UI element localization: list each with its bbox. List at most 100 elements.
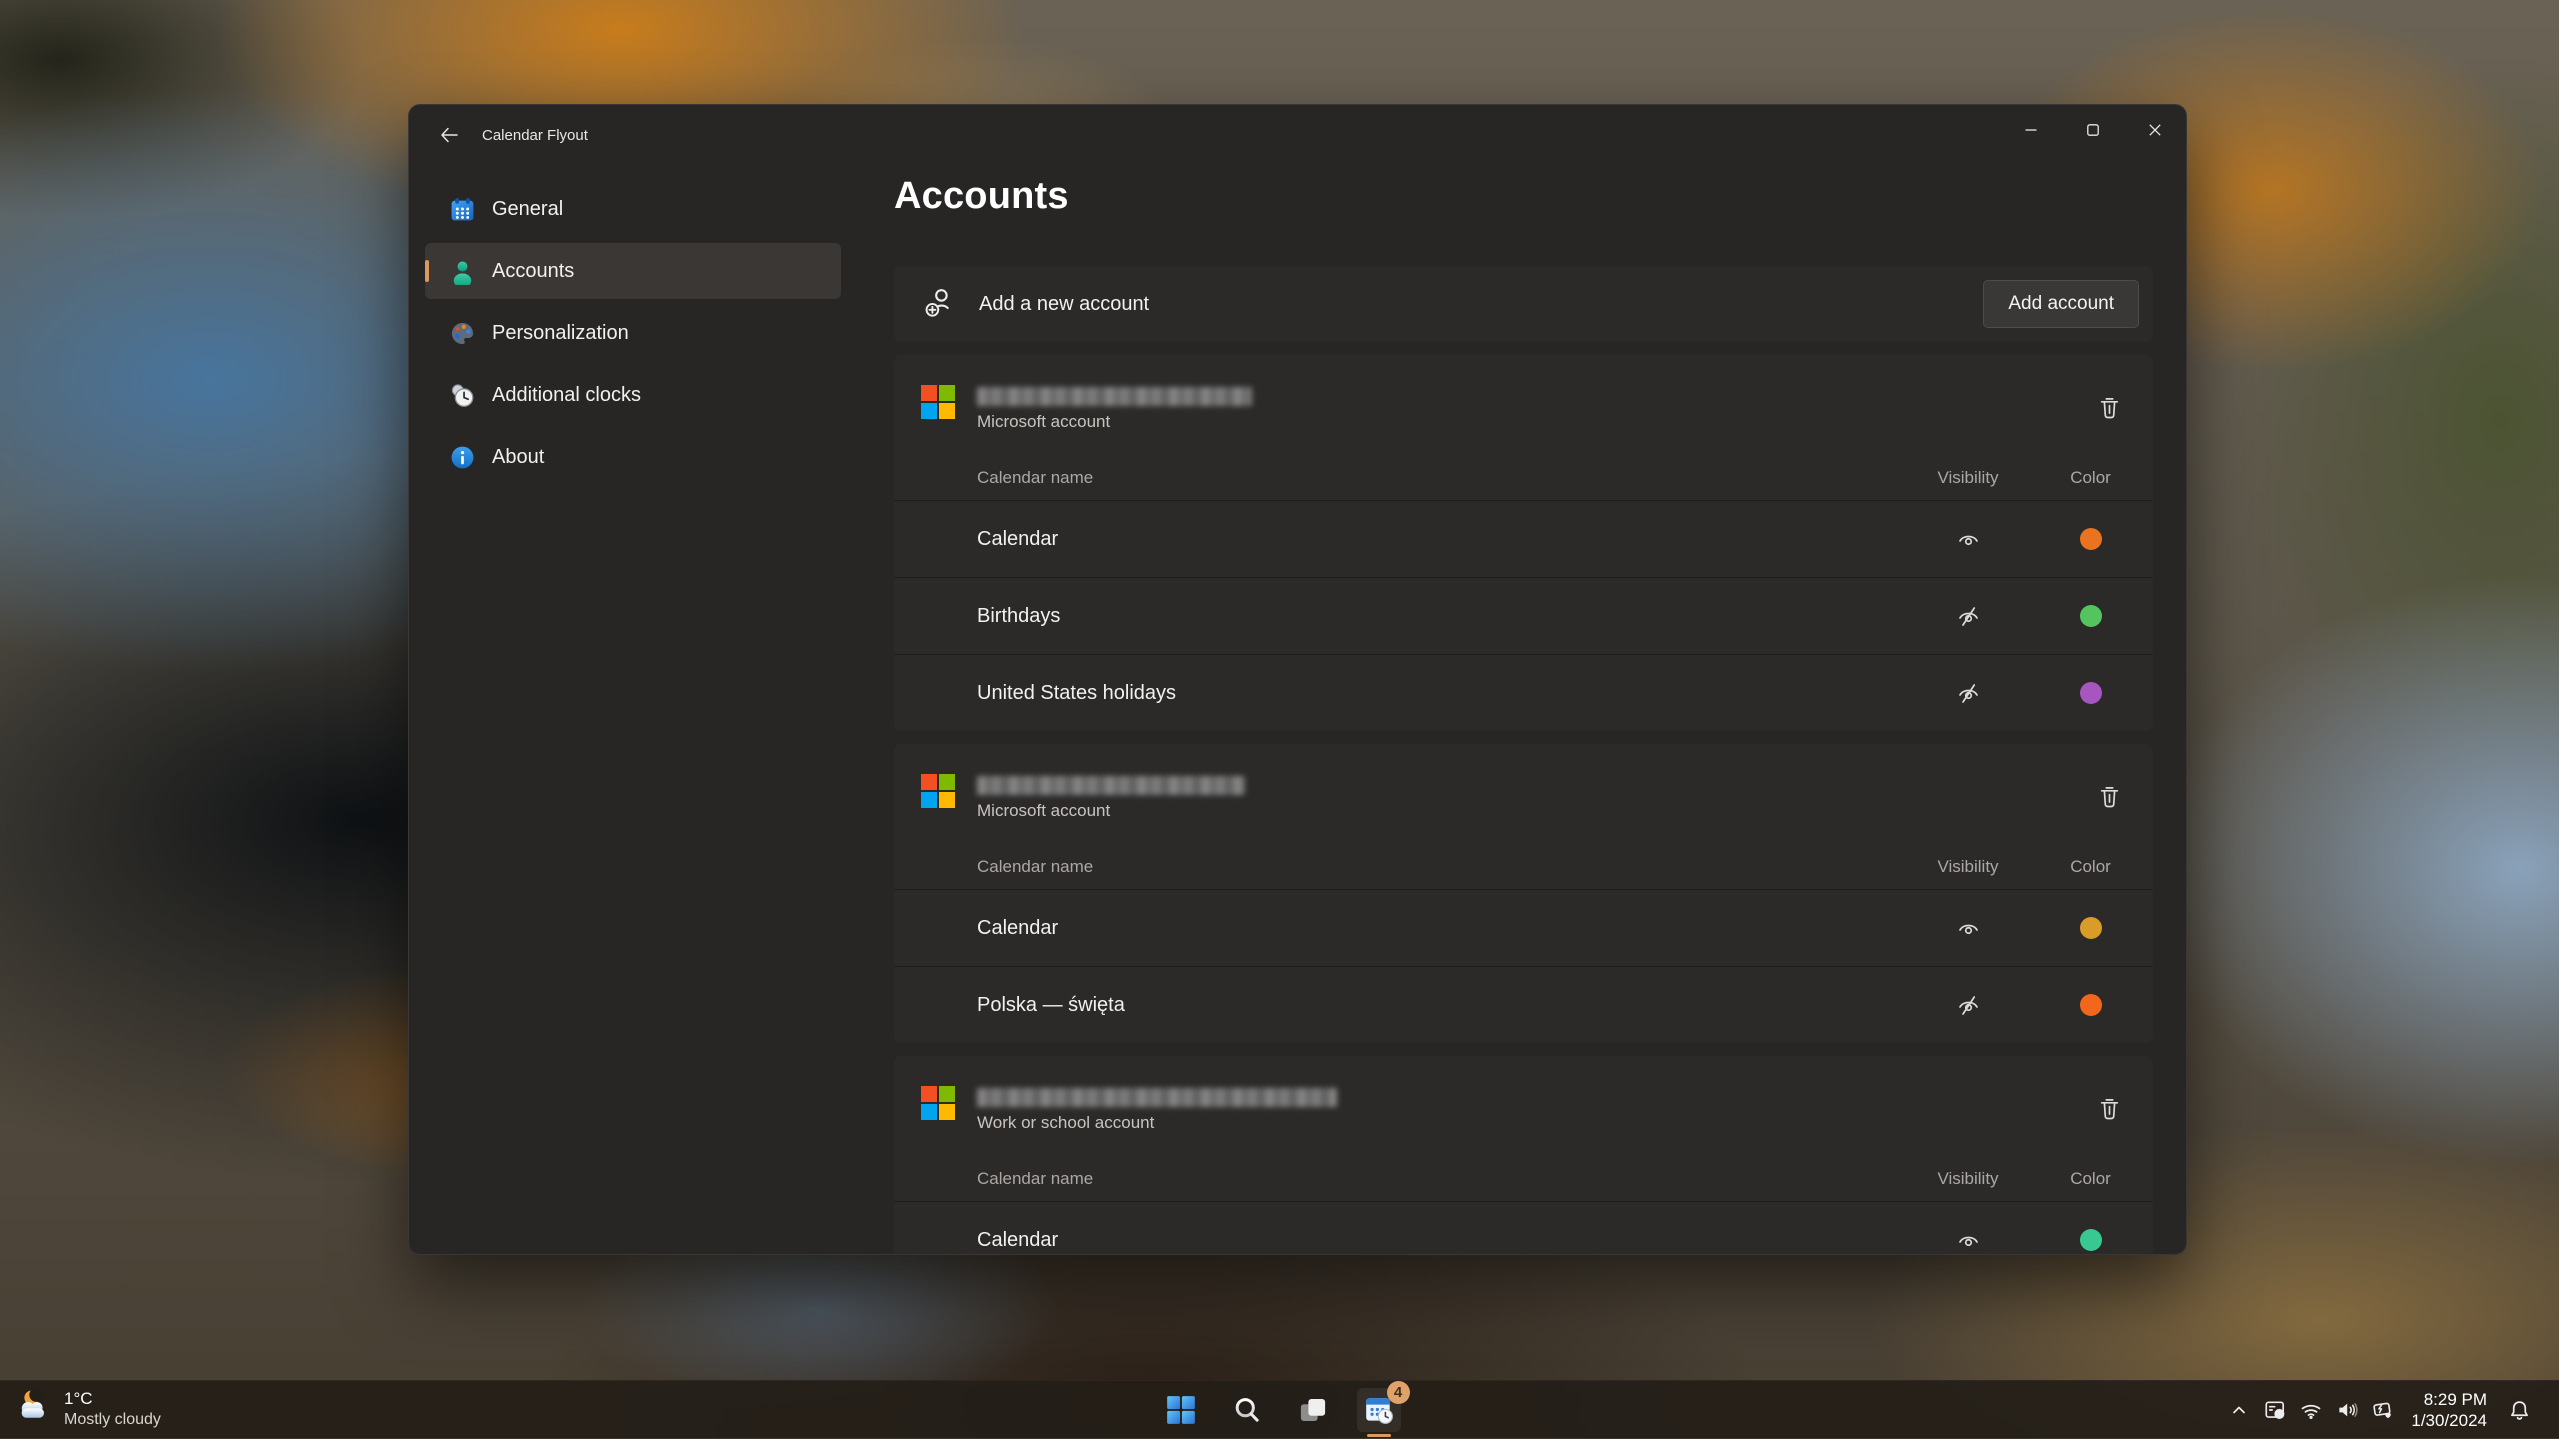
color-header: Color xyxy=(2028,468,2153,488)
sidebar-item-label: Additional clocks xyxy=(492,384,641,407)
calendar-icon xyxy=(449,196,476,223)
weather-condition: Mostly cloudy xyxy=(64,1409,161,1430)
tray-app-icon xyxy=(2263,1398,2287,1422)
account-email-redacted xyxy=(977,776,1245,795)
calendar-name-header: Calendar name xyxy=(894,857,1908,877)
wifi-button[interactable] xyxy=(2293,1388,2329,1432)
calendar-row: Birthdays xyxy=(894,577,2153,654)
eye-icon xyxy=(1956,1228,1981,1253)
minimize-button[interactable] xyxy=(2000,105,2062,155)
trash-icon xyxy=(2096,394,2123,421)
taskbar-clock[interactable]: 8:29 PM 1/30/2024 xyxy=(2411,1389,2487,1431)
start-button[interactable] xyxy=(1159,1388,1203,1432)
color-swatch[interactable] xyxy=(2080,917,2102,939)
sidebar-item-label: General xyxy=(492,198,563,221)
clock-date: 1/30/2024 xyxy=(2411,1410,2487,1431)
visibility-toggle[interactable] xyxy=(1908,681,2028,706)
visibility-toggle[interactable] xyxy=(1908,1228,2028,1253)
tray-app-button[interactable] xyxy=(2257,1388,2293,1432)
maximize-button[interactable] xyxy=(2062,105,2124,155)
back-arrow-icon xyxy=(439,125,459,150)
selected-accent-pill xyxy=(425,260,429,282)
search-button[interactable] xyxy=(1225,1388,1269,1432)
visibility-toggle[interactable] xyxy=(1908,993,2028,1018)
show-hidden-icons-button[interactable] xyxy=(2221,1388,2257,1432)
calendar-app-button[interactable]: 4 xyxy=(1357,1388,1401,1432)
sidebar-item-accounts[interactable]: Accounts xyxy=(425,243,841,299)
caption-buttons xyxy=(2000,105,2186,155)
eye-icon xyxy=(1956,527,1981,552)
color-cell xyxy=(2028,605,2153,627)
color-swatch[interactable] xyxy=(2080,528,2102,550)
calendar-name: Calendar xyxy=(894,917,1908,940)
color-swatch[interactable] xyxy=(2080,1229,2102,1251)
wifi-icon xyxy=(2299,1398,2323,1422)
delete-account-button[interactable] xyxy=(2087,774,2131,818)
color-cell xyxy=(2028,1229,2153,1251)
color-swatch[interactable] xyxy=(2080,605,2102,627)
visibility-header: Visibility xyxy=(1908,468,2028,488)
color-cell xyxy=(2028,994,2153,1016)
delete-account-button[interactable] xyxy=(2087,385,2131,429)
microsoft-logo-icon xyxy=(921,385,955,432)
calendar-row: Calendar xyxy=(894,1201,2153,1255)
microsoft-logo-icon xyxy=(921,774,955,821)
visibility-toggle[interactable] xyxy=(1908,604,2028,629)
trash-icon xyxy=(2096,1095,2123,1122)
account-header: Work or school account xyxy=(894,1056,2153,1133)
account-type: Microsoft account xyxy=(977,412,1252,432)
visibility-toggle[interactable] xyxy=(1908,916,2028,941)
color-swatch[interactable] xyxy=(2080,682,2102,704)
energy-saver-icon xyxy=(2371,1398,2395,1422)
microsoft-logo-icon xyxy=(921,1086,955,1133)
calendar-name: Calendar xyxy=(894,1229,1908,1252)
color-cell xyxy=(2028,917,2153,939)
calendar-name: Birthdays xyxy=(894,605,1908,628)
delete-account-button[interactable] xyxy=(2087,1086,2131,1130)
sidebar-item-about[interactable]: About xyxy=(425,429,841,485)
account-info: Work or school account xyxy=(977,1086,1337,1133)
back-button[interactable] xyxy=(427,117,471,157)
titlebar: Calendar Flyout xyxy=(409,105,2186,169)
account-header: Microsoft account xyxy=(894,744,2153,821)
trash-icon xyxy=(2096,783,2123,810)
eye-icon xyxy=(1956,916,1981,941)
palette-icon xyxy=(449,320,476,347)
account-type: Work or school account xyxy=(977,1113,1337,1133)
calendar-row: United States holidays xyxy=(894,654,2153,731)
task-view-button[interactable] xyxy=(1291,1388,1335,1432)
color-swatch[interactable] xyxy=(2080,994,2102,1016)
taskbar-tray: 8:29 PM 1/30/2024 xyxy=(2221,1381,2559,1439)
calendar-name-header: Calendar name xyxy=(894,1169,1908,1189)
sidebar-item-additional-clocks[interactable]: Additional clocks xyxy=(425,367,841,423)
account-email-redacted xyxy=(977,1088,1337,1107)
visibility-header: Visibility xyxy=(1908,1169,2028,1189)
main-content: Accounts Add a new account Add account xyxy=(894,175,2153,1255)
volume-button[interactable] xyxy=(2329,1388,2365,1432)
calendar-row: Calendar xyxy=(894,500,2153,577)
column-headers: Calendar name Visibility Color xyxy=(894,456,2153,500)
add-account-button[interactable]: Add account xyxy=(1983,280,2139,328)
minimize-icon xyxy=(2024,123,2038,137)
windows-start-icon xyxy=(1166,1395,1196,1425)
weather-temperature: 1°C xyxy=(64,1388,161,1409)
info-icon xyxy=(449,444,476,471)
sidebar-item-general[interactable]: General xyxy=(425,181,841,237)
visibility-toggle[interactable] xyxy=(1908,527,2028,552)
eye-off-icon xyxy=(1956,681,1981,706)
weather-widget[interactable]: 1°C Mostly cloudy xyxy=(14,1386,161,1431)
column-headers: Calendar name Visibility Color xyxy=(894,1157,2153,1201)
speaker-icon xyxy=(2335,1398,2359,1422)
bell-icon xyxy=(2507,1398,2532,1423)
visibility-header: Visibility xyxy=(1908,857,2028,877)
calendar-name: Polska — święta xyxy=(894,994,1908,1017)
notification-center-button[interactable] xyxy=(2501,1388,2537,1432)
sidebar-item-personalization[interactable]: Personalization xyxy=(425,305,841,361)
eye-off-icon xyxy=(1956,993,1981,1018)
window-title: Calendar Flyout xyxy=(482,127,588,144)
close-button[interactable] xyxy=(2124,105,2186,155)
calendar-flyout-settings-window: Calendar Flyout xyxy=(408,104,2187,1255)
account-header: Microsoft account xyxy=(894,355,2153,432)
energy-saver-button[interactable] xyxy=(2365,1388,2401,1432)
color-cell xyxy=(2028,528,2153,550)
